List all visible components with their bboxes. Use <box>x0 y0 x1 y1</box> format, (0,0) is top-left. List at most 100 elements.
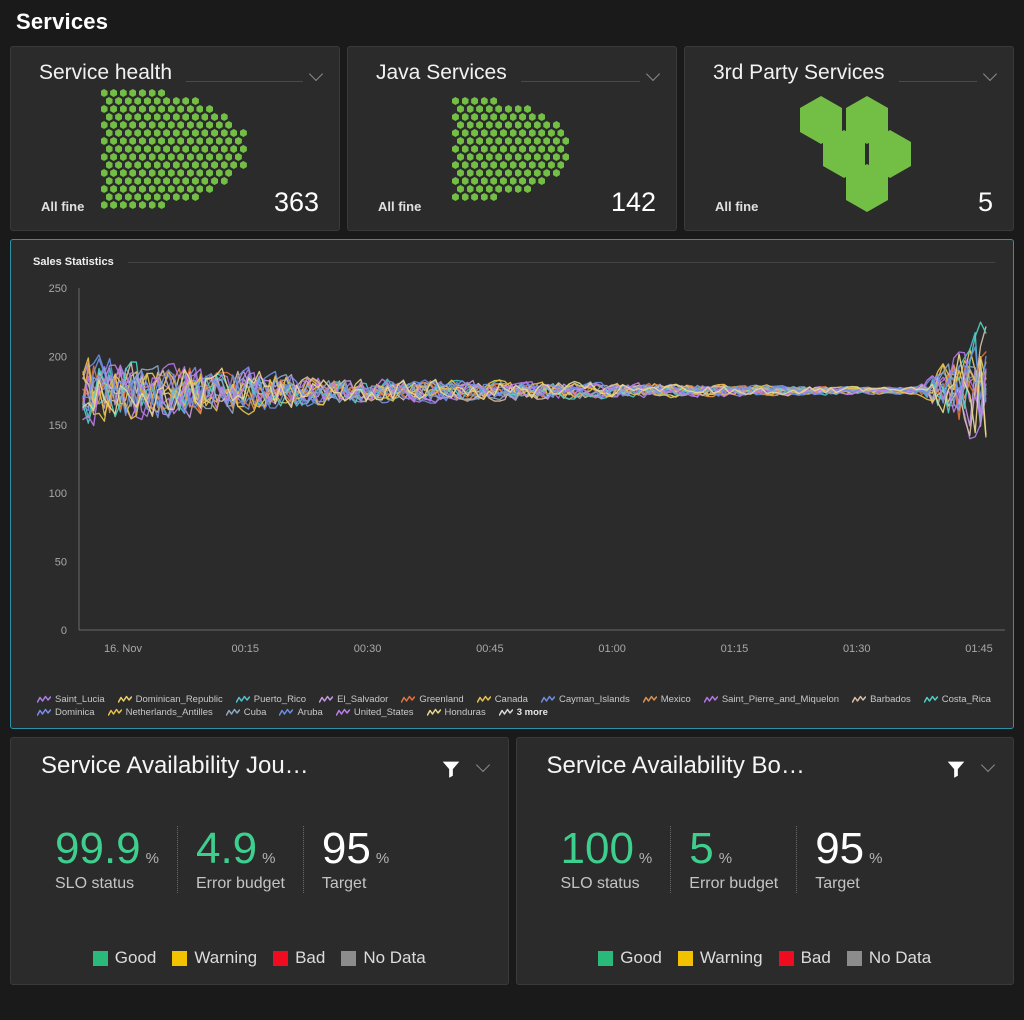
honeycomb-cell <box>182 145 190 153</box>
honeycomb-cell <box>234 153 242 161</box>
honeycomb-cell <box>167 121 175 129</box>
tile-status: All fine <box>715 199 759 214</box>
honeycomb-cell <box>538 113 546 121</box>
legend-item[interactable]: Canada <box>476 694 528 705</box>
honeycomb-cell <box>211 145 219 153</box>
honeycomb-row <box>105 97 250 105</box>
legend-item[interactable]: Honduras <box>426 707 486 718</box>
honeycomb-cell <box>158 89 166 97</box>
honeycomb-cell <box>451 97 459 105</box>
honeycomb-cell <box>124 97 132 105</box>
honeycomb-grid <box>451 97 572 201</box>
legend-item[interactable]: Cayman_Islands <box>540 694 630 705</box>
chevron-down-icon[interactable] <box>646 66 662 82</box>
legend-label: Netherlands_Antilles <box>125 707 213 718</box>
tile-status: All fine <box>378 199 422 214</box>
legend-item[interactable]: Dominican_Republic <box>117 694 223 705</box>
chevron-down-icon[interactable] <box>309 66 325 82</box>
legend-item[interactable]: Netherlands_Antilles <box>107 707 213 718</box>
honeycomb-cell <box>172 145 180 153</box>
legend-item[interactable]: Saint_Lucia <box>37 694 105 705</box>
honeycomb-cell <box>124 113 132 121</box>
sparkline-icon <box>642 695 657 703</box>
tile-java-services[interactable]: Java Services All fine 142 <box>347 46 677 231</box>
title-rule <box>898 81 977 82</box>
slo-card-row: Service Availability Jou… 99.9 % SLO sta… <box>10 737 1014 985</box>
sparkline-icon <box>37 708 51 716</box>
honeycomb-row <box>100 169 250 177</box>
honeycomb-cell <box>239 129 247 137</box>
honeycomb-row <box>451 161 572 169</box>
honeycomb-cell <box>466 105 474 113</box>
legend-item[interactable]: Aruba <box>279 707 323 718</box>
sparkline-icon <box>225 708 240 716</box>
honeycomb-cell <box>119 137 127 145</box>
legend-item[interactable]: Costa_Rica <box>923 694 991 705</box>
honeycomb-cell <box>110 137 118 145</box>
funnel-icon[interactable] <box>440 758 462 780</box>
title-rule <box>520 81 640 82</box>
chart-plot-area: 0 50 100 150 200 250 16. Nov 00:15 00:30 00:45 01:… <box>11 280 1013 670</box>
honeycomb-cell <box>134 145 142 153</box>
metric-label: Target <box>321 875 367 893</box>
x-axis-tick-label: 01:45 <box>965 643 993 655</box>
legend-item[interactable]: Saint_Pierre_and_Miquelon <box>703 694 840 705</box>
tile-service-health[interactable]: Service health All fine 363 <box>10 46 340 231</box>
slo-title: Service Availability Bo… <box>546 752 805 779</box>
slo-card-booking[interactable]: Service Availability Bo… 100 % SLO statu… <box>515 737 1014 985</box>
honeycomb-cell <box>186 169 194 177</box>
slo-legend-label: Bad <box>295 948 326 967</box>
chevron-down-icon[interactable] <box>983 66 999 82</box>
legend-item[interactable]: El_Salvador <box>319 694 388 705</box>
honeycomb-row <box>105 145 250 153</box>
honeycomb-cell <box>191 97 199 105</box>
status-swatch <box>92 950 108 966</box>
slo-legend-item: Warning <box>677 948 763 968</box>
legend-item[interactable]: Dominica <box>37 707 95 718</box>
chevron-down-icon[interactable] <box>981 757 997 773</box>
honeycomb-row <box>105 161 250 169</box>
honeycomb-cell <box>119 89 127 97</box>
legend-item[interactable]: Barbados <box>852 694 911 705</box>
honeycomb-cell <box>206 153 214 161</box>
legend-label: Saint_Pierre_and_Miquelon <box>721 694 840 705</box>
honeycomb-cell <box>172 129 180 137</box>
x-axis-tick-label: 01:30 <box>843 643 871 655</box>
honeycomb-cell <box>461 97 469 105</box>
honeycomb-cell <box>533 153 541 161</box>
honeycomb-cell <box>124 177 132 185</box>
slo-card-journey[interactable]: Service Availability Jou… 99.9 % SLO sta… <box>10 737 509 985</box>
honeycomb-cell <box>495 169 503 177</box>
slo-header: Service Availability Bo… <box>517 738 1014 780</box>
funnel-icon[interactable] <box>945 758 967 780</box>
honeycomb-cell <box>476 169 484 177</box>
honeycomb-cell <box>211 113 219 121</box>
honeycomb-cell <box>158 153 166 161</box>
honeycomb-cell <box>225 169 233 177</box>
honeycomb-cell <box>490 177 498 185</box>
legend-label: Mexico <box>660 694 691 705</box>
honeycomb-cell <box>124 161 132 169</box>
chevron-down-icon[interactable] <box>476 757 492 773</box>
legend-item[interactable]: Puerto_Rico <box>235 694 306 705</box>
honeycomb-cell <box>182 129 190 137</box>
sales-statistics-panel[interactable]: Sales Statistics 0 50 100 150 200 250 16. Nov 0… <box>10 239 1014 729</box>
honeycomb-cell <box>138 89 146 97</box>
honeycomb-cell <box>124 129 132 137</box>
honeycomb-cell <box>499 177 507 185</box>
metric-label: SLO status <box>560 875 640 893</box>
honeycomb-cell <box>485 153 493 161</box>
legend-item[interactable]: Mexico <box>642 694 691 705</box>
slo-legend-item: Bad <box>778 948 831 968</box>
tile-3rd-party-services[interactable]: 3rd Party Services All fine 5 <box>684 46 1014 231</box>
honeycomb-cell <box>143 177 151 185</box>
legend-item[interactable]: Cuba <box>225 707 266 718</box>
honeycomb-cell <box>163 145 171 153</box>
metric-unit: % <box>638 850 653 867</box>
legend-more-item[interactable]: 3 more <box>498 707 548 718</box>
legend-item[interactable]: United_States <box>335 707 414 718</box>
honeycomb-cell <box>119 169 127 177</box>
honeycomb-cell <box>167 169 175 177</box>
honeycomb-cell <box>509 177 517 185</box>
legend-item[interactable]: Greenland <box>401 694 464 705</box>
